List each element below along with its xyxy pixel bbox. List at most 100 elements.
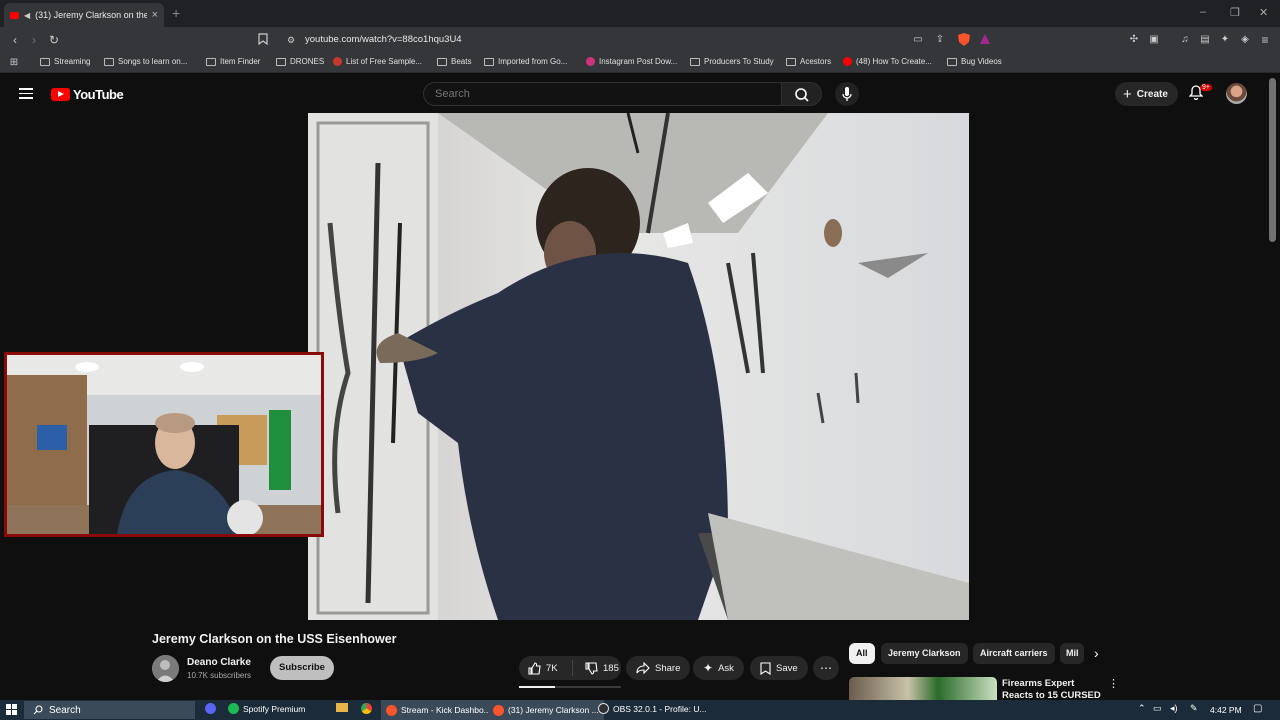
brave-icon	[386, 704, 397, 716]
dislike-button[interactable]: 185	[578, 661, 619, 675]
bookmark-item[interactable]: DRONES	[276, 57, 324, 66]
bookmark-item[interactable]: Streaming	[40, 57, 90, 66]
discord-icon	[205, 703, 216, 714]
brave-icon	[493, 704, 504, 716]
bookmark-item[interactable]: Beats	[437, 57, 471, 66]
back-icon[interactable]: ‹	[8, 33, 22, 47]
recommended-video-thumbnail[interactable]	[849, 677, 997, 700]
taskbar-app-label: Stream - Kick Dashbo...	[401, 705, 491, 715]
close-window-button[interactable]: ✕	[1259, 6, 1268, 19]
taskbar-file-explorer[interactable]	[336, 703, 348, 712]
taskbar-search[interactable]: Search	[24, 701, 195, 719]
share-page-icon[interactable]: ⇪	[933, 33, 947, 47]
ask-button[interactable]: ✦ Ask	[693, 656, 744, 680]
vpn-icon[interactable]: ◈	[1238, 33, 1252, 47]
like-button[interactable]: 7K	[519, 660, 573, 676]
taskbar-spotify[interactable]: Spotify Premium	[228, 703, 305, 714]
bookmark-label: (48) How To Create...	[856, 57, 932, 66]
address-bar[interactable]: youtube.com/watch?v=88co1hqu3U4	[305, 34, 462, 45]
bookmark-label: Imported from Go...	[498, 57, 568, 66]
logo-text: YouTube	[73, 87, 124, 102]
taskbar-obs[interactable]: OBS 32.0.1 - Profile: U...	[598, 703, 707, 714]
chip-all[interactable]: All	[849, 643, 875, 664]
bookmark-label: Producers To Study	[704, 57, 774, 66]
save-label: Save	[776, 662, 798, 674]
taskbar-discord[interactable]	[205, 703, 216, 714]
bookmark-label: Instagram Post Dow...	[599, 57, 678, 66]
windows-start-icon[interactable]	[6, 704, 17, 715]
webcam-frame	[7, 355, 321, 534]
search-button[interactable]	[782, 82, 822, 106]
new-tab-button[interactable]: +	[172, 5, 180, 21]
apps-grid-icon[interactable]: ⊞	[7, 56, 21, 70]
share-button[interactable]: Share	[626, 656, 691, 680]
maximize-button[interactable]: ❐	[1230, 6, 1240, 19]
recommended-video-title[interactable]: Firearms Expert Reacts to 15 CURSED Movi…	[1002, 678, 1102, 700]
bookmark-page-icon[interactable]	[258, 33, 272, 47]
reload-icon[interactable]: ↻	[47, 33, 61, 47]
youtube-play-icon	[51, 88, 70, 101]
chip-jeremy-clarkson[interactable]: Jeremy Clarkson	[881, 643, 968, 664]
guide-menu-icon[interactable]	[19, 88, 33, 102]
bookmark-item[interactable]: Producers To Study	[690, 57, 774, 66]
leo-ai-icon[interactable]: ✦	[1218, 33, 1232, 47]
more-vertical-icon[interactable]: ⋮	[1108, 677, 1119, 690]
chip-aircraft-carriers[interactable]: Aircraft carriers	[973, 643, 1055, 664]
obs-icon	[598, 703, 609, 714]
brave-rewards-icon[interactable]	[979, 33, 993, 47]
create-button[interactable]: + Create	[1115, 82, 1178, 106]
more-actions-button[interactable]: ⋯	[813, 656, 839, 680]
bookmark-item[interactable]: Item Finder	[206, 57, 260, 66]
taskbar-clock[interactable]: 4:42 PM	[1210, 705, 1242, 715]
taskbar-app-label: OBS 32.0.1 - Profile: U...	[613, 703, 707, 714]
audio-icon[interactable]: ◀	[24, 11, 30, 20]
media-icon[interactable]: ♫	[1178, 33, 1192, 47]
account-avatar[interactable]	[1226, 83, 1247, 104]
taskbar-brave-youtube[interactable]: (31) Jeremy Clarkson ...	[488, 700, 604, 720]
bookmark-item[interactable]: (48) How To Create...	[843, 57, 932, 66]
ask-label: Ask	[718, 662, 734, 674]
like-count: 7K	[546, 662, 558, 674]
sidebar-icon[interactable]: ▣	[1147, 33, 1161, 47]
bookmark-item[interactable]: Imported from Go...	[484, 57, 567, 66]
volume-icon[interactable]: ◂)	[1170, 703, 1178, 714]
extensions-icon[interactable]: ✣	[1127, 33, 1141, 47]
video-player[interactable]	[308, 113, 969, 620]
voice-search-button[interactable]	[835, 82, 859, 106]
forward-icon[interactable]: ›	[27, 33, 41, 47]
bookmark-item[interactable]: Acestors	[786, 57, 831, 66]
cast-icon[interactable]: ▭	[911, 33, 925, 47]
taskbar-chrome[interactable]	[361, 703, 372, 714]
bookmark-item[interactable]: Songs to learn on...	[104, 57, 187, 66]
browser-tab-bar: ◀ (31) Jeremy Clarkson on the U × + – ❐ …	[0, 0, 1280, 27]
microphone-icon	[842, 87, 852, 101]
bookmark-item[interactable]: List of Free Sample...	[333, 57, 422, 66]
browser-menu-icon[interactable]: ≡	[1258, 33, 1272, 47]
save-button[interactable]: Save	[750, 656, 808, 680]
notification-center-icon[interactable]: ▢	[1253, 703, 1262, 714]
site-info-icon[interactable]: ⚙	[284, 33, 298, 47]
chevron-right-icon[interactable]: ›	[1094, 645, 1099, 661]
subscribe-button[interactable]: Subscribe	[270, 656, 334, 680]
minimize-button[interactable]: –	[1200, 6, 1206, 18]
bookmark-item[interactable]: Bug Videos	[947, 57, 1002, 66]
browser-tab-youtube[interactable]: ◀ (31) Jeremy Clarkson on the U ×	[4, 3, 164, 27]
chip-military[interactable]: Mil	[1060, 643, 1084, 664]
youtube-logo[interactable]: YouTube	[51, 87, 124, 102]
brave-shield-icon[interactable]	[958, 33, 972, 47]
tray-overflow-icon[interactable]: ⌃	[1138, 703, 1146, 714]
channel-avatar[interactable]	[152, 655, 179, 682]
wallet-icon[interactable]: ▤	[1198, 33, 1212, 47]
tab-close-icon[interactable]: ×	[152, 9, 158, 21]
channel-name[interactable]: Deano Clarke	[187, 657, 251, 668]
search-input[interactable]	[435, 88, 735, 100]
bookmark-item[interactable]: Instagram Post Dow...	[586, 57, 677, 66]
page-scrollbar[interactable]	[1269, 78, 1276, 242]
thumbs-up-icon	[528, 661, 541, 675]
pen-icon[interactable]: ✎	[1190, 703, 1198, 714]
bookmark-label: Bug Videos	[961, 57, 1002, 66]
network-icon[interactable]: ▭	[1153, 703, 1162, 714]
folder-icon	[690, 57, 700, 66]
taskbar-brave-kick[interactable]: Stream - Kick Dashbo...	[381, 700, 496, 720]
plus-icon: +	[1123, 85, 1132, 103]
